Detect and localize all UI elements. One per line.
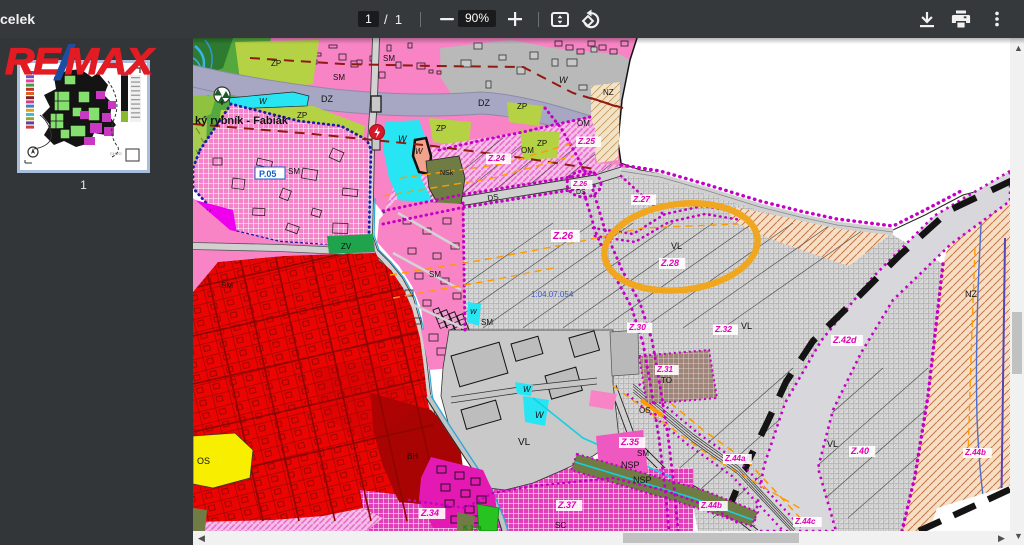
svg-text:ký rybník - Fabiák: ký rybník - Fabiák [195,115,289,127]
svg-text:VL: VL [518,437,531,448]
svg-text:ZP: ZP [436,124,446,133]
svg-text:SM: SM [383,54,395,63]
svg-text:VL: VL [827,439,838,449]
svg-text:Z.26: Z.26 [572,181,587,188]
svg-text:DZ: DZ [478,98,490,108]
svg-text:Z.40: Z.40 [850,446,869,456]
svg-text:DS: DS [487,192,500,203]
svg-text:Z.42d: Z.42d [832,335,857,345]
svg-text:Z.24: Z.24 [487,153,505,163]
svg-text:NZ: NZ [965,289,977,299]
svg-text:ZP: ZP [297,111,307,120]
svg-text:SM: SM [481,318,493,327]
svg-text:BH: BH [407,452,418,461]
svg-text:Z.26: Z.26 [552,231,573,242]
svg-text:OS: OS [197,456,210,466]
svg-text:Z.28: Z.28 [660,258,679,268]
svg-text:Z.35: Z.35 [620,437,640,447]
svg-text:ZP: ZP [271,59,281,68]
svg-text:OM: OM [577,119,590,128]
svg-text:TO: TO [661,376,672,385]
svg-text:SC: SC [555,521,566,530]
svg-text:SM: SM [333,73,345,82]
svg-text:SM: SM [221,281,233,290]
svg-text:Z.34: Z.34 [420,508,439,518]
svg-text:CHKO: CHKO [110,151,122,156]
svg-text:SM: SM [429,270,441,279]
svg-text:VL: VL [741,321,752,331]
svg-text:P.05: P.05 [259,169,276,179]
svg-text:NZ: NZ [603,88,614,97]
svg-text:Z.25: Z.25 [577,136,595,146]
svg-text:SM: SM [288,167,300,176]
svg-text:Z.44a: Z.44a [724,454,746,463]
svg-text:DZ: DZ [321,94,333,104]
svg-text:Z.44c: Z.44c [794,517,816,526]
svg-text:NSk: NSk [440,170,454,177]
svg-text:Z.44b: Z.44b [964,448,986,457]
svg-text:ZP: ZP [537,139,547,148]
svg-text:NSP: NSP [621,460,640,470]
svg-text:OS: OS [639,406,651,415]
svg-text:Z.37: Z.37 [557,500,577,510]
svg-text:OM: OM [521,146,534,155]
svg-text:DS: DS [576,189,586,196]
svg-text:Z.31: Z.31 [656,365,674,374]
svg-text:Z.44b: Z.44b [700,501,722,510]
svg-text:Z.30: Z.30 [628,322,646,332]
svg-text:ZV: ZV [341,242,352,251]
svg-text:SM: SM [637,449,649,458]
svg-text:VL: VL [671,241,682,251]
svg-text:1:04.07.054: 1:04.07.054 [531,290,574,299]
svg-text:Z.27: Z.27 [632,194,651,204]
svg-text:ZP: ZP [517,102,527,111]
svg-text:NSP: NSP [633,475,652,485]
svg-text:Z.32: Z.32 [714,324,732,334]
